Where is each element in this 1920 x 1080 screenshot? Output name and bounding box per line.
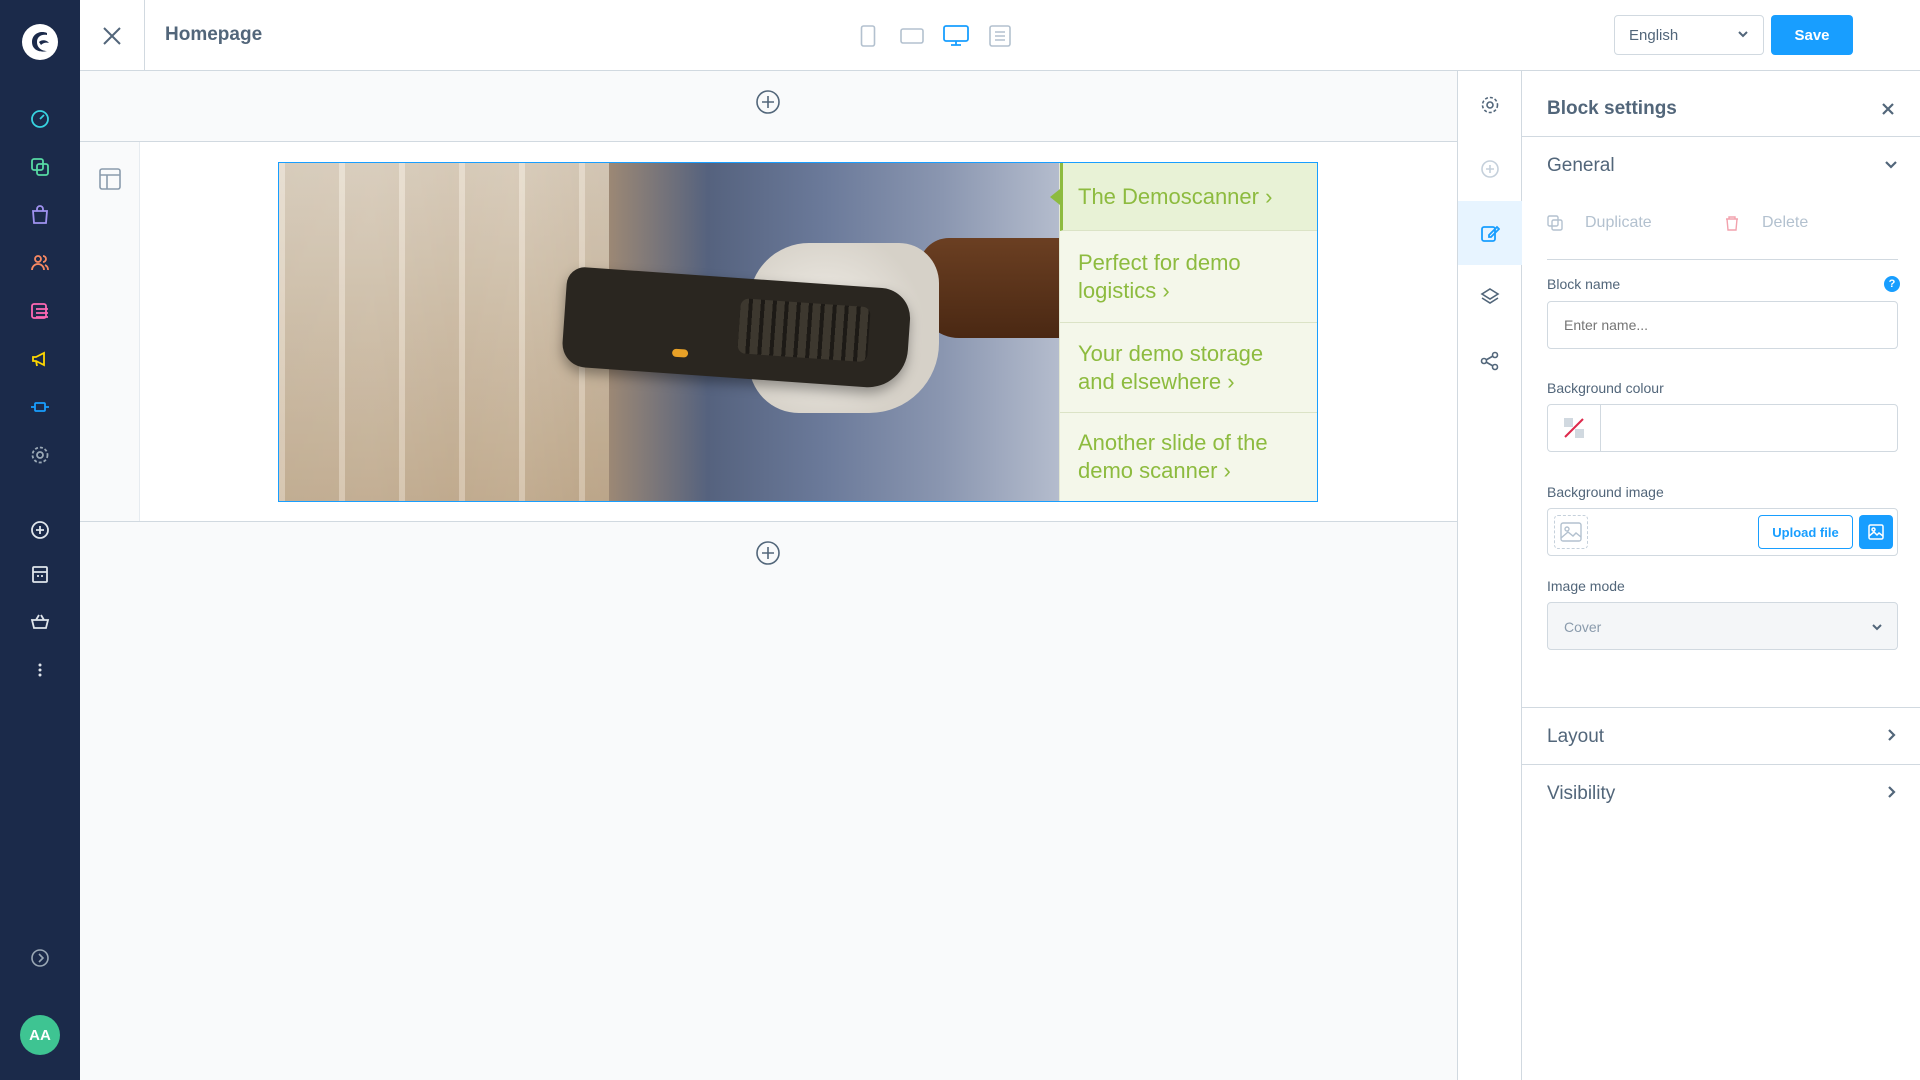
divider — [1547, 259, 1898, 260]
layout-label: Layout — [1547, 726, 1605, 747]
viewport-tablet-button[interactable] — [898, 22, 926, 50]
page-title: Homepage — [165, 24, 263, 45]
trash-icon — [1726, 216, 1738, 231]
background-image-label: Background image — [1547, 484, 1664, 500]
mobile-icon — [860, 25, 876, 47]
share-tool[interactable] — [1458, 329, 1522, 393]
general-label: General — [1547, 155, 1615, 176]
catalog-icon[interactable] — [28, 155, 52, 179]
media-library-button[interactable] — [1859, 515, 1893, 549]
background-colour-label: Background colour — [1547, 380, 1664, 396]
colour-swatch[interactable] — [1548, 405, 1601, 451]
no-colour-icon — [1564, 418, 1584, 438]
viewport-mobile-button[interactable] — [854, 22, 882, 50]
close-editor-button[interactable] — [80, 0, 145, 71]
close-icon[interactable] — [1878, 99, 1898, 119]
dashboard-icon[interactable] — [28, 107, 52, 131]
upload-file-button[interactable]: Upload file — [1758, 515, 1853, 549]
slider-image — [279, 163, 1059, 501]
help-icon[interactable]: ? — [1884, 276, 1900, 292]
user-avatar[interactable]: AA — [20, 1015, 60, 1055]
image-slider-block[interactable]: The Demoscanner › Perfect for demo logis… — [278, 162, 1318, 502]
add-section-bottom-icon[interactable] — [755, 540, 781, 566]
block-settings-tool[interactable] — [1458, 201, 1522, 265]
customers-icon[interactable] — [28, 251, 52, 275]
language-value: English — [1629, 27, 1679, 44]
block-name-label: Block name — [1547, 276, 1621, 292]
background-image-upload: Upload file — [1547, 508, 1898, 556]
block-settings-panel: Block settings General Duplicate Delete … — [1522, 71, 1920, 1080]
chevron-right-icon — [1888, 729, 1896, 741]
background-colour-field[interactable] — [1547, 404, 1898, 452]
layout-icon[interactable] — [98, 167, 122, 191]
layout-accordion-header[interactable]: Layout — [1522, 708, 1920, 764]
content-icon[interactable] — [28, 299, 52, 323]
visibility-accordion-header[interactable]: Visibility — [1522, 765, 1920, 821]
duplicate-icon — [1547, 215, 1563, 231]
share-icon — [1480, 351, 1499, 371]
basket-icon[interactable] — [28, 610, 52, 634]
image-icon — [1868, 524, 1884, 540]
add-section-top-icon[interactable] — [755, 89, 781, 115]
orders-icon[interactable] — [28, 203, 52, 227]
settings-icon[interactable] — [28, 443, 52, 467]
layers-tool[interactable] — [1458, 265, 1522, 329]
image-mode-value: Cover — [1564, 619, 1602, 635]
slide-navigation: The Demoscanner › Perfect for demo logis… — [1050, 163, 1317, 501]
page-settings-tool[interactable] — [1458, 73, 1522, 137]
editor-topbar: Homepage English Save — [80, 0, 1920, 71]
panel-header: Block settings — [1522, 71, 1920, 137]
add-block-tool[interactable] — [1458, 137, 1522, 201]
slide-item[interactable]: The Demoscanner › — [1050, 163, 1317, 231]
chevron-right-icon — [1888, 786, 1896, 798]
shopware-logo[interactable] — [20, 22, 60, 62]
more-icon[interactable] — [28, 658, 52, 682]
settings-icon — [1481, 96, 1499, 114]
warehouse-boxes — [279, 163, 609, 501]
sidebar-tool-strip — [1457, 71, 1522, 1080]
chevron-down-icon — [1885, 161, 1897, 169]
chevron-down-icon — [1872, 624, 1882, 631]
scanner-light — [671, 348, 689, 358]
layers-icon — [1480, 288, 1500, 304]
marketing-icon[interactable] — [28, 347, 52, 371]
delete-button[interactable]: Delete — [1724, 214, 1808, 232]
section-settings-bar — [80, 142, 140, 521]
cms-section[interactable]: The Demoscanner › Perfect for demo logis… — [80, 141, 1457, 522]
slide-item[interactable]: Another slide of the demo scanner › — [1060, 413, 1317, 501]
tablet-icon — [900, 28, 924, 44]
desktop-icon — [943, 25, 969, 46]
image-mode-select[interactable]: Cover — [1547, 602, 1898, 650]
language-select[interactable]: English — [1614, 15, 1764, 55]
cms-canvas: The Demoscanner › Perfect for demo logis… — [80, 71, 1457, 1080]
edit-icon — [1481, 225, 1500, 242]
arm — [919, 238, 1059, 338]
scanner-keys — [737, 298, 871, 363]
viewport-form-button[interactable] — [986, 22, 1014, 50]
admin-sidebar: AA — [0, 0, 80, 1080]
slide-item[interactable]: Perfect for demo logistics › — [1060, 231, 1317, 323]
chevron-down-icon — [1738, 31, 1748, 38]
duplicate-label: Duplicate — [1585, 214, 1652, 231]
form-icon — [989, 25, 1011, 47]
save-button[interactable]: Save — [1771, 15, 1853, 55]
image-mode-label: Image mode — [1547, 578, 1625, 594]
add-icon[interactable] — [28, 518, 52, 542]
sales-channel-icon[interactable] — [28, 562, 52, 586]
duplicate-button[interactable]: Duplicate — [1547, 214, 1652, 232]
block-name-input[interactable] — [1547, 301, 1898, 349]
visibility-label: Visibility — [1547, 783, 1616, 804]
close-icon — [103, 26, 121, 45]
expand-icon[interactable] — [28, 946, 52, 970]
panel-title: Block settings — [1547, 98, 1677, 119]
extensions-icon[interactable] — [28, 395, 52, 419]
general-accordion-header[interactable]: General — [1522, 137, 1920, 193]
add-block-icon — [1481, 160, 1499, 178]
viewport-desktop-button[interactable] — [942, 22, 970, 50]
slide-item[interactable]: Your demo storage and elsewhere › — [1060, 323, 1317, 413]
image-placeholder-icon — [1554, 515, 1588, 549]
delete-label: Delete — [1762, 214, 1809, 231]
